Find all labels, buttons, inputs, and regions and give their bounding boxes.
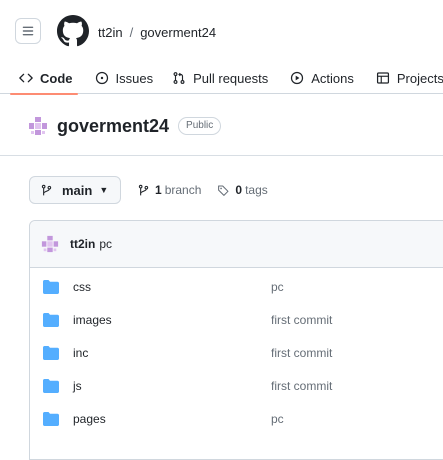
breadcrumb-repo-link[interactable]: goverment24 [140,25,216,40]
file-commit-message-link[interactable]: pc [271,412,284,426]
file-name-link[interactable]: css [73,280,91,294]
folder-icon [43,411,59,426]
tab-actions-label: Actions [311,70,354,86]
menu-button[interactable] [15,18,41,44]
chevron-down-icon: ▼ [99,185,109,195]
latest-commit-bar: tt2in pc [30,221,443,268]
tags-label: tags [245,183,268,197]
section-divider [0,155,443,156]
file-browser: tt2in pc css pc images first commit inc … [29,220,443,460]
file-name-link[interactable]: inc [73,346,88,360]
visibility-badge: Public [178,117,222,135]
file-name-link[interactable]: pages [73,412,106,426]
file-name-link[interactable]: js [73,379,82,393]
issue-opened-icon [95,71,108,85]
file-commit-message-link[interactable]: first commit [271,379,332,393]
github-logo-icon[interactable] [57,15,89,47]
branches-label: branch [164,183,202,197]
tab-code[interactable]: Code [0,62,82,95]
file-commit-message-link[interactable]: pc [271,280,284,294]
file-commit-message-link[interactable]: first commit [271,346,332,360]
play-icon [291,71,304,85]
tag-icon [218,185,229,196]
hamburger-icon [22,26,34,36]
branches-link[interactable]: 1 branch [137,183,201,197]
tab-issues[interactable]: Issues [82,62,163,94]
tab-code-label: Code [40,70,73,86]
folder-icon [43,279,59,294]
branches-count: 1 [155,183,162,197]
branch-name: main [62,182,93,198]
repo-owner-avatar-icon[interactable] [28,116,48,136]
tab-pull-requests-label: Pull requests [193,70,269,86]
tab-actions[interactable]: Actions [277,62,363,94]
tab-projects-label: Projects [396,70,443,86]
tags-link[interactable]: 0 tags [217,183,268,197]
file-name-link[interactable]: images [73,313,112,327]
app-header: tt2in / goverment24 [0,0,443,62]
list-item[interactable]: inc first commit [30,336,443,369]
table-icon [376,72,389,84]
tab-issues-label: Issues [115,70,154,86]
git-branch-icon [41,184,52,195]
tab-pull-requests[interactable]: Pull requests [162,62,277,94]
git-pull-request-icon [173,72,185,84]
branch-select-button[interactable]: main ▼ [29,176,121,204]
avatar[interactable] [41,235,59,253]
breadcrumb-separator: / [129,24,134,40]
breadcrumb-owner-link[interactable]: tt2in [98,25,123,40]
repo-nav-tabs: Code Issues Pull requests Actions Projec… [0,62,443,95]
list-item[interactable]: pages pc [30,402,443,435]
list-item[interactable]: js first commit [30,369,443,402]
breadcrumb: tt2in / goverment24 [98,24,216,40]
commit-message-link[interactable]: pc [99,237,112,251]
file-commit-message-link[interactable]: first commit [271,313,332,327]
folder-icon [43,345,59,360]
commit-author-link[interactable]: tt2in [70,237,95,251]
tags-count: 0 [235,183,243,197]
folder-icon [43,378,59,393]
folder-icon [43,312,59,327]
git-branch-icon [138,184,149,195]
list-item[interactable]: images first commit [30,303,443,336]
tab-projects[interactable]: Projects [363,62,443,94]
code-icon [19,73,33,83]
list-item[interactable]: css pc [30,270,443,303]
branch-meta: 1 branch 0 tags [137,181,284,199]
repo-name-link[interactable]: goverment24 [57,116,169,137]
repo-title: goverment24 Public [28,114,222,138]
